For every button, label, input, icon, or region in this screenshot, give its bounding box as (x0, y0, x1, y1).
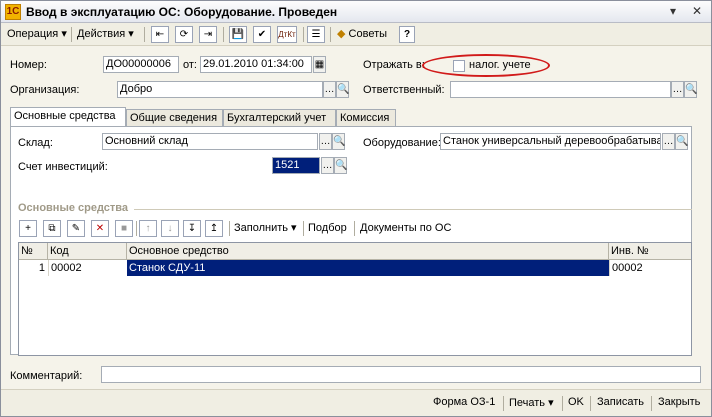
back-icon[interactable]: ⇤ (151, 26, 169, 43)
section-divider (134, 209, 692, 210)
column-header-inv[interactable]: Инв. № (609, 243, 691, 259)
end-edit-icon[interactable]: ■ (115, 220, 133, 237)
window-title: Ввод в эксплуатацию ОС: Оборудование. Пр… (26, 5, 338, 19)
responsible-open-icon[interactable]: 🔍 (684, 81, 697, 98)
tips-button[interactable]: ◆ Советы (337, 26, 387, 43)
table-toolbar-separator (354, 221, 355, 236)
from-label: от: (183, 59, 197, 71)
save-icon[interactable]: 💾 (229, 26, 247, 43)
refresh-icon[interactable]: ⟳ (175, 26, 193, 43)
comment-label: Комментарий: (10, 370, 83, 382)
documents-button[interactable]: Документы по ОС (360, 220, 451, 237)
column-header-asset[interactable]: Основное средство (127, 243, 609, 259)
sort-desc-icon[interactable]: ↥ (205, 220, 223, 237)
window-menu-icon[interactable]: ▾ (665, 4, 681, 19)
copy-row-icon[interactable]: ⧉ (43, 220, 61, 237)
toolbar-separator (144, 27, 145, 42)
tips-label: Советы (348, 28, 388, 40)
warehouse-select-button[interactable]: … (319, 133, 332, 150)
actions-menu[interactable]: Действия ▾ (77, 26, 134, 43)
report-icon[interactable]: ☰ (307, 26, 325, 43)
bottom-separator (651, 396, 652, 411)
title-bar: 1С Ввод в эксплуатацию ОС: Оборудование.… (1, 1, 711, 23)
organization-field[interactable]: Добро (117, 81, 323, 98)
investment-account-select-button[interactable]: … (321, 157, 334, 174)
dt-kt-icon[interactable]: ДтКт (277, 26, 297, 43)
delete-row-icon[interactable]: ✕ (91, 220, 109, 237)
organization-select-button[interactable]: … (323, 81, 336, 98)
fill-menu[interactable]: Заполнить ▾ (234, 220, 297, 237)
tips-icon: ◆ (337, 28, 346, 40)
warehouse-field[interactable]: Основний склад (102, 133, 318, 150)
move-up-icon[interactable]: ↑ (139, 220, 157, 237)
organization-open-icon[interactable]: 🔍 (336, 81, 349, 98)
tab-accounting[interactable]: Бухгалтерский учет (223, 109, 336, 127)
equipment-open-icon[interactable]: 🔍 (675, 133, 688, 150)
bottom-separator (503, 396, 504, 411)
edit-row-icon[interactable]: ✎ (67, 220, 85, 237)
close-icon[interactable]: ✕ (689, 4, 705, 19)
add-row-icon[interactable]: + (19, 220, 37, 237)
highlight-ellipse (422, 54, 550, 77)
form-oz1-button[interactable]: Форма ОЗ-1 (433, 396, 495, 408)
column-header-code[interactable]: Код (48, 243, 127, 259)
row-number: 1 (38, 262, 45, 274)
move-down-icon[interactable]: ↓ (161, 220, 179, 237)
section-title: Основные средства (18, 202, 129, 214)
app-icon: 1С (5, 4, 21, 20)
document-window: 1С Ввод в эксплуатацию ОС: Оборудование.… (0, 0, 712, 417)
table-toolbar-separator (229, 221, 230, 236)
comment-field[interactable] (101, 366, 701, 383)
forward-icon[interactable]: ⇥ (199, 26, 217, 43)
reflect-label: Отражать в: (363, 59, 425, 71)
toolbar-separator (71, 27, 72, 42)
number-field[interactable]: ДО00000006 (103, 56, 179, 73)
close-button[interactable]: Закрыть (658, 396, 700, 408)
selection-button[interactable]: Подбор (308, 220, 347, 237)
equipment-label: Оборудование: (363, 137, 441, 149)
column-header-number[interactable]: № (19, 243, 48, 259)
print-menu[interactable]: Печать ▾ (509, 396, 554, 409)
tab-main-assets[interactable]: Основные средства (10, 107, 126, 127)
tab-commission[interactable]: Комиссия (336, 109, 396, 127)
equipment-select-button[interactable]: … (662, 133, 675, 150)
row-code: 00002 (48, 260, 127, 276)
responsible-select-button[interactable]: … (671, 81, 684, 98)
table-toolbar-separator (303, 221, 304, 236)
row-asset: Станок СДУ-11 (127, 260, 609, 276)
toolbar-separator (223, 27, 224, 42)
ok-button[interactable]: OK (568, 396, 584, 408)
main-toolbar: Операция ▾ Действия ▾ ⇤ ⟳ ⇥ 💾 ✔ ДтКт ☰ ◆… (1, 23, 711, 46)
bottom-separator (590, 396, 591, 411)
investment-account-open-icon[interactable]: 🔍 (334, 157, 347, 174)
help-icon[interactable]: ? (399, 26, 415, 43)
investment-account-field[interactable]: 1521 (272, 157, 320, 174)
date-field[interactable]: 29.01.2010 01:34:00 (200, 56, 312, 73)
number-label: Номер: (10, 59, 47, 71)
post-icon[interactable]: ✔ (253, 26, 271, 43)
equipment-field[interactable]: Станок универсальный деревообрабатыва (440, 133, 661, 150)
tab-general-info[interactable]: Общие сведения (126, 109, 223, 127)
organization-label: Организация: (10, 84, 80, 96)
investment-account-label: Счет инвестиций: (18, 161, 108, 173)
toolbar-separator (303, 27, 304, 42)
table-toolbar-separator (136, 221, 137, 236)
sort-asc-icon[interactable]: ↧ (183, 220, 201, 237)
save-button[interactable]: Записать (597, 396, 644, 408)
operation-menu[interactable]: Операция ▾ (7, 26, 67, 43)
bottom-bar: Форма ОЗ-1 Печать ▾ OK Записать Закрыть (1, 389, 711, 416)
bottom-separator (562, 396, 563, 411)
warehouse-open-icon[interactable]: 🔍 (332, 133, 345, 150)
row-inv: 00002 (609, 260, 691, 276)
warehouse-label: Склад: (18, 137, 53, 149)
responsible-label: Ответственный: (363, 84, 445, 96)
toolbar-separator (330, 27, 331, 42)
assets-table[interactable]: № Код Основное средство Инв. № 1 00002 С… (18, 242, 692, 356)
responsible-field[interactable] (450, 81, 671, 98)
calendar-icon[interactable]: ▦ (313, 56, 326, 73)
